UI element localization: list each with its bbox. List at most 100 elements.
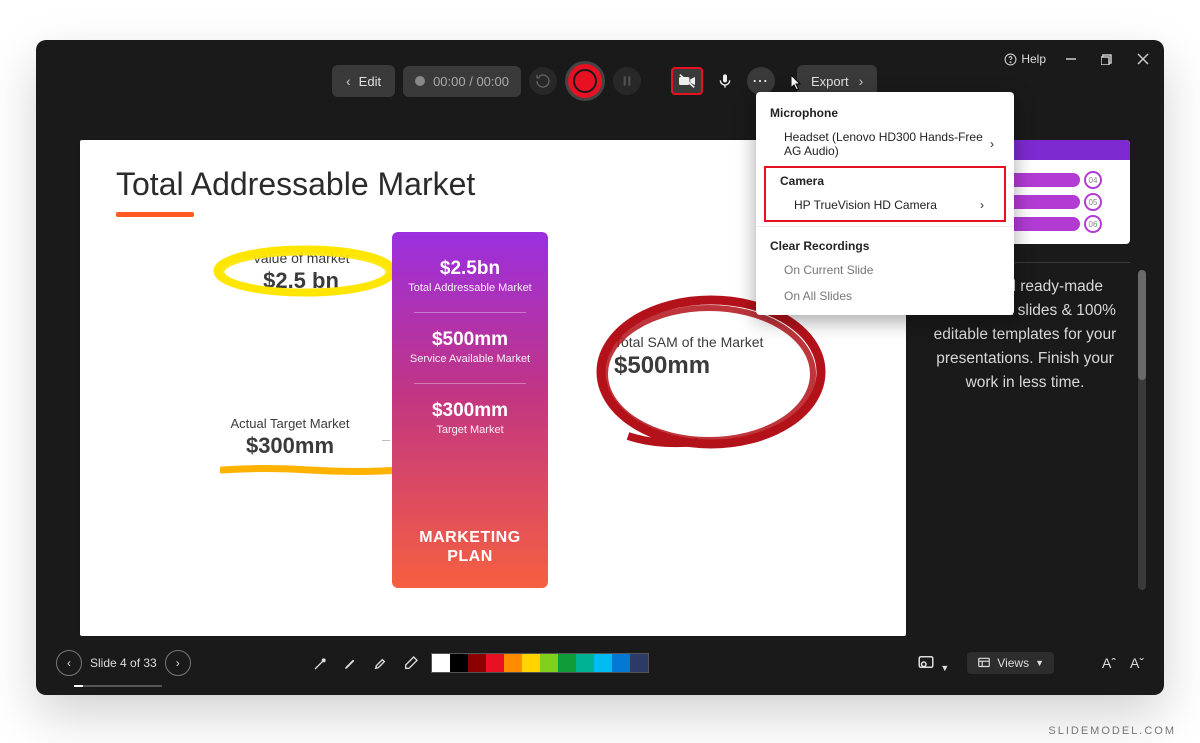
eraser-icon [403,655,419,671]
swatch-orange[interactable] [504,654,522,672]
record-button[interactable] [565,61,605,101]
swatch-red[interactable] [486,654,504,672]
target-market-note: Actual Target Market $300mm [190,416,390,459]
connector-line [382,440,390,441]
laser-icon [313,655,329,671]
value-of-market-value: $2.5 bn [216,268,386,294]
camera-device-item[interactable]: HP TrueVision HD Camera › [766,192,1004,218]
value-of-market-note: Value of market $2.5 bn [216,250,386,294]
maximize-button[interactable] [1096,48,1118,70]
help-label: Help [1021,52,1046,66]
views-button[interactable]: Views ▼ [967,652,1054,674]
chevron-down-icon: ▼ [1035,658,1044,668]
swatch-teal[interactable] [576,654,594,672]
pen-tool[interactable] [341,653,361,673]
sam-note-label: Total SAM of the Market [614,334,804,350]
eraser-tool[interactable] [401,653,421,673]
close-button[interactable] [1132,48,1154,70]
cameo-icon [917,653,935,671]
pause-button[interactable] [613,67,641,95]
font-size-controls: Aˆ Aˇ [1102,655,1144,671]
swatch-green[interactable] [558,654,576,672]
badge-05: 05 [1084,193,1102,211]
mic-device-label: Headset (Lenovo HD300 Hands-Free AG Audi… [784,130,990,158]
swatch-blue[interactable] [612,654,630,672]
sam-segment: $500mm Service Available Market [404,317,536,379]
swatch-cyan[interactable] [594,654,612,672]
slide-position: Slide 4 of 33 [90,656,157,670]
chevron-right-icon: › [176,656,180,670]
font-decrease-button[interactable]: Aˇ [1130,655,1144,671]
edit-button[interactable]: ‹ Edit [332,65,395,97]
camera-toggle[interactable] [671,67,703,95]
yellow-underline-annotation [220,462,402,472]
swatch-white[interactable] [432,654,450,672]
pen-icon [343,655,359,671]
minimize-button[interactable] [1060,48,1082,70]
retake-icon [535,73,551,89]
chevron-right-icon: › [990,137,994,151]
color-swatches [431,653,649,673]
next-slide-button[interactable]: › [165,650,191,676]
badge-04: 04 [1084,171,1102,189]
tam-segment: $2.5bn Total Addressable Market [404,246,536,308]
camera-section-header: Camera [766,170,1004,192]
slide-progress [74,685,162,687]
slide-title: Total Addressable Market [116,166,475,203]
pause-icon [619,73,635,89]
more-icon: ⋯ [752,71,770,91]
divider [414,383,526,384]
tam-amount: $2.5bn [404,258,536,280]
clear-all-item[interactable]: On All Slides [756,283,1014,309]
highlighter-tool[interactable] [371,653,391,673]
swatch-navy[interactable] [630,654,648,672]
edit-label: Edit [359,74,381,89]
mic-section-header: Microphone [756,98,1014,124]
bottom-toolbar: ‹ Slide 4 of 33 › ▼ [56,645,1144,681]
clear-current-label: On Current Slide [784,263,873,277]
sam-amount: $500mm [404,329,536,351]
chevron-down-icon: ▼ [940,663,949,673]
swatch-darkred[interactable] [468,654,486,672]
record-icon [573,69,597,93]
microphone-toggle[interactable] [711,67,739,95]
help-button[interactable]: Help [1004,52,1046,66]
sam-label: Service Available Market [404,353,536,367]
tam-column: $2.5bn Total Addressable Market $500mm S… [392,232,548,588]
chevron-left-icon: ‹ [346,73,351,89]
target-label: Target Market [404,424,536,438]
value-of-market-label: Value of market [216,250,386,266]
scrollbar-thumb[interactable] [1138,270,1146,380]
prev-slide-button[interactable]: ‹ [56,650,82,676]
views-label: Views [997,656,1029,670]
target-segment: $300mm Target Market [404,388,536,450]
swatch-lime[interactable] [540,654,558,672]
app-window: Help ‹ Edit 00:00 / 00:00 [36,40,1164,695]
swatch-yellow[interactable] [522,654,540,672]
pen-tools [311,653,421,673]
help-icon [1004,53,1017,66]
sidebar-scrollbar[interactable] [1138,270,1146,590]
chevron-left-icon: ‹ [67,656,71,670]
sam-note-value: $500mm [614,352,804,380]
mic-device-item[interactable]: Headset (Lenovo HD300 Hands-Free AG Audi… [756,124,1014,164]
badge-06: 06 [1084,215,1102,233]
camera-section-highlight: Camera HP TrueVision HD Camera › [764,166,1006,222]
window-titlebar: Help [1004,48,1154,70]
retake-button[interactable] [529,67,557,95]
laser-pointer-tool[interactable] [311,653,331,673]
highlighter-icon [373,655,389,671]
microphone-icon [717,72,733,90]
timer-display: 00:00 / 00:00 [403,66,521,97]
camera-off-icon [677,73,697,89]
more-options-button[interactable]: ⋯ [747,67,775,95]
brand-watermark: SLIDEMODEL.COM [1048,725,1176,737]
clear-current-item[interactable]: On Current Slide [756,257,1014,283]
divider [756,226,1014,227]
font-increase-button[interactable]: Aˆ [1102,655,1116,671]
record-indicator-icon [415,76,425,86]
swatch-black[interactable] [450,654,468,672]
cameo-button[interactable]: ▼ [917,653,949,674]
export-label: Export [811,74,849,89]
target-market-value: $300mm [190,433,390,459]
